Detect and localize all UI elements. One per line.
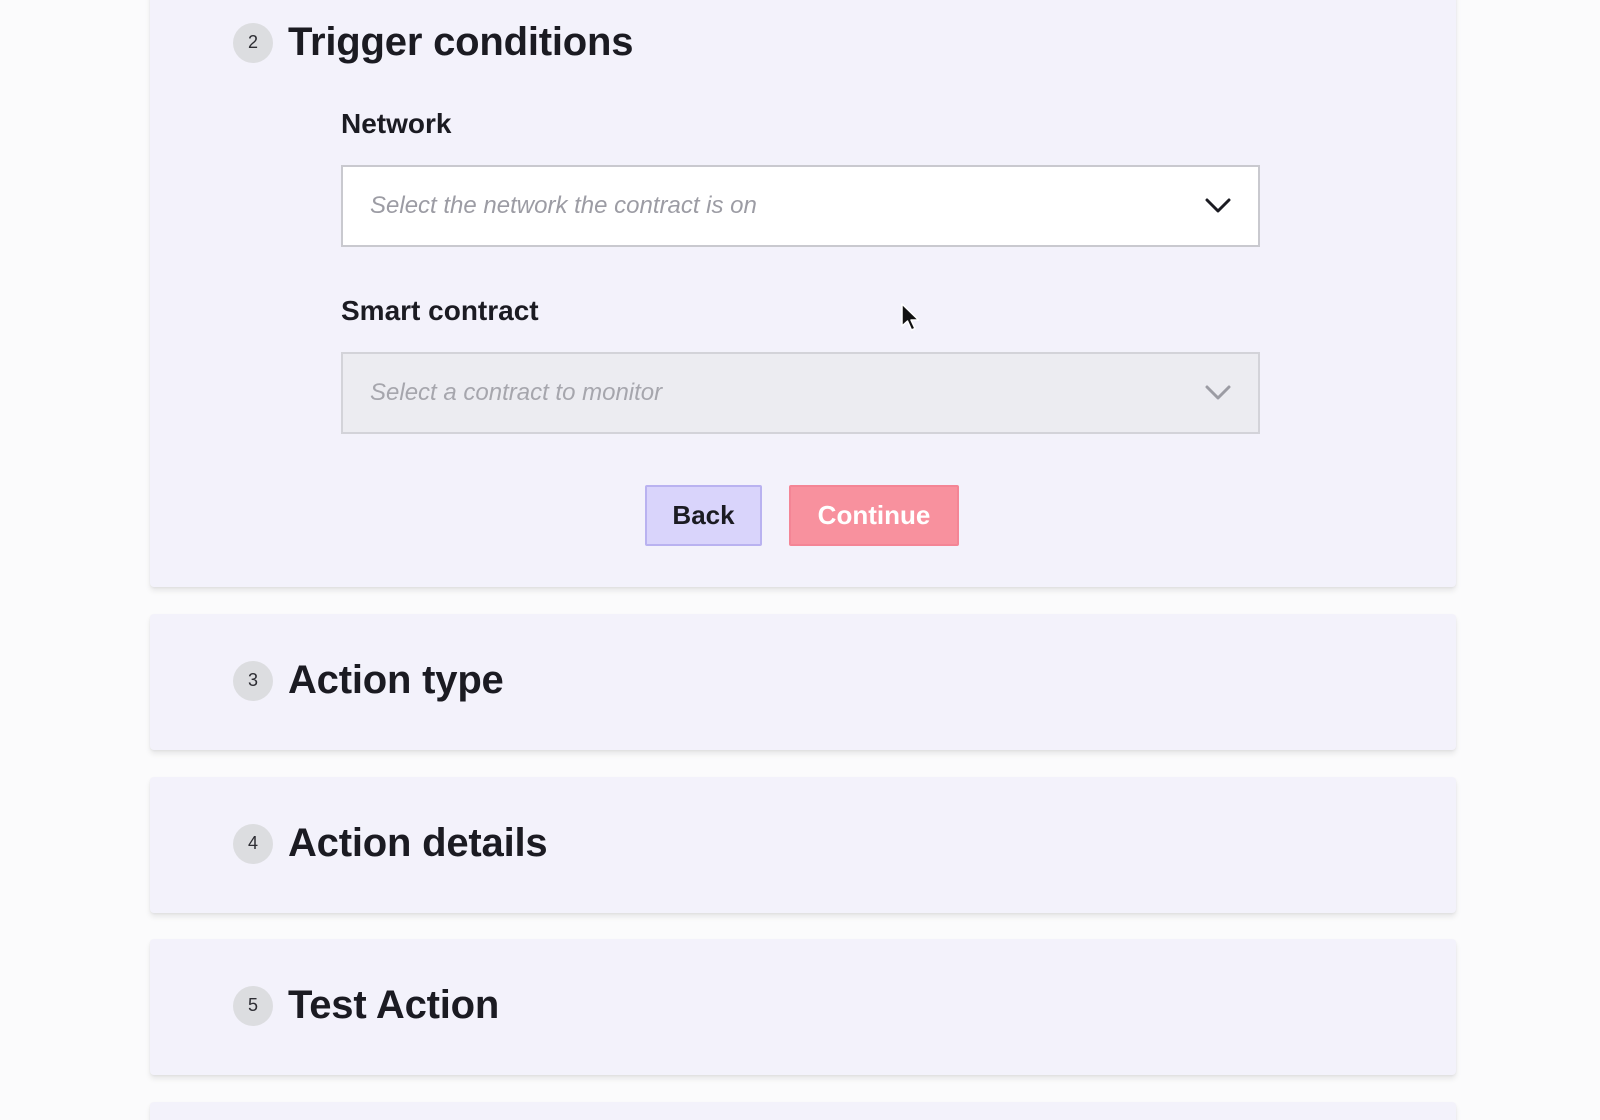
step-header[interactable]: 5 Test Action [233, 983, 499, 1028]
step-card-next [150, 1102, 1456, 1120]
chevron-down-icon [1204, 379, 1232, 407]
step-number-badge: 5 [233, 985, 273, 1026]
step-card-trigger-conditions: 2 Trigger conditions Network Select the … [150, 0, 1456, 587]
step-title: Action type [288, 658, 504, 702]
back-button[interactable]: Back [645, 485, 762, 546]
step-number-badge: 4 [233, 823, 273, 864]
step-card-action-details[interactable]: 4 Action details [150, 777, 1456, 913]
step-header[interactable]: 4 Action details [233, 821, 548, 866]
step-header[interactable]: 2 Trigger conditions [233, 20, 634, 65]
continue-button[interactable]: Continue [789, 485, 959, 546]
mouse-pointer-icon [901, 303, 920, 331]
page: 2 Trigger conditions Network Select the … [0, 0, 1600, 1120]
smart-contract-label: Smart contract [341, 295, 539, 326]
step-title: Action details [288, 821, 548, 865]
step-title: Test Action [288, 983, 500, 1027]
step-title: Trigger conditions [288, 20, 634, 64]
smart-contract-select-placeholder: Select a contract to monitor [370, 379, 663, 406]
step-number-badge: 2 [233, 22, 273, 63]
step-header[interactable]: 3 Action type [233, 658, 504, 703]
step-card-test-action[interactable]: 5 Test Action [150, 939, 1456, 1075]
smart-contract-select[interactable]: Select a contract to monitor [341, 352, 1260, 434]
network-label: Network [341, 108, 452, 139]
step-card-action-type[interactable]: 3 Action type [150, 614, 1456, 750]
network-select-placeholder: Select the network the contract is on [370, 192, 757, 219]
chevron-down-icon [1204, 192, 1232, 220]
step-number-badge: 3 [233, 660, 273, 701]
network-select[interactable]: Select the network the contract is on [341, 165, 1260, 247]
